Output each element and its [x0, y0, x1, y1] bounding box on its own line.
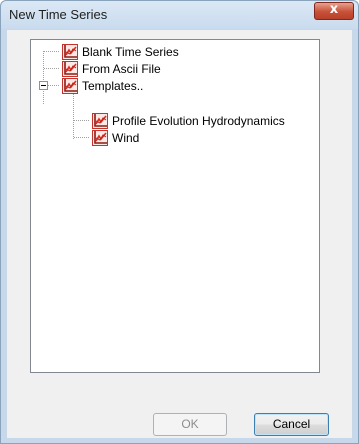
tree-item-label: Blank Time Series [82, 44, 179, 59]
dialog-title: New Time Series [9, 7, 108, 22]
collapse-templates-toggle[interactable] [39, 81, 48, 90]
tree-item-label: From Ascii File [82, 61, 161, 76]
time-series-chart-icon [62, 60, 78, 77]
time-series-chart-icon [62, 77, 78, 94]
close-button[interactable]: x [314, 2, 354, 20]
tree-item-label: Templates.. [82, 78, 144, 93]
template-tree[interactable]: Blank Time Series From Ascii File Templa… [30, 39, 320, 373]
title-bar[interactable]: New Time Series x [1, 1, 358, 29]
tree-item-wind[interactable]: Wind [92, 129, 139, 146]
close-icon: x [329, 2, 339, 17]
tree-item-blank-time-series[interactable]: Blank Time Series [62, 43, 179, 60]
tree-item-templates[interactable]: Templates.. [62, 77, 143, 94]
ok-button[interactable]: OK [153, 413, 227, 436]
tree-item-profile-evolution-hydrodynamics[interactable]: Profile Evolution Hydrodynamics [92, 112, 285, 129]
tree-item-label: Wind [112, 130, 140, 145]
new-time-series-dialog: New Time Series x Blank Time Series From… [0, 0, 359, 444]
tree-item-from-ascii-file[interactable]: From Ascii File [62, 60, 161, 77]
time-series-chart-icon [92, 112, 108, 129]
time-series-chart-icon [92, 129, 108, 146]
cancel-button[interactable]: Cancel [254, 413, 329, 436]
time-series-chart-icon [62, 43, 78, 60]
tree-item-label: Profile Evolution Hydrodynamics [112, 113, 285, 128]
